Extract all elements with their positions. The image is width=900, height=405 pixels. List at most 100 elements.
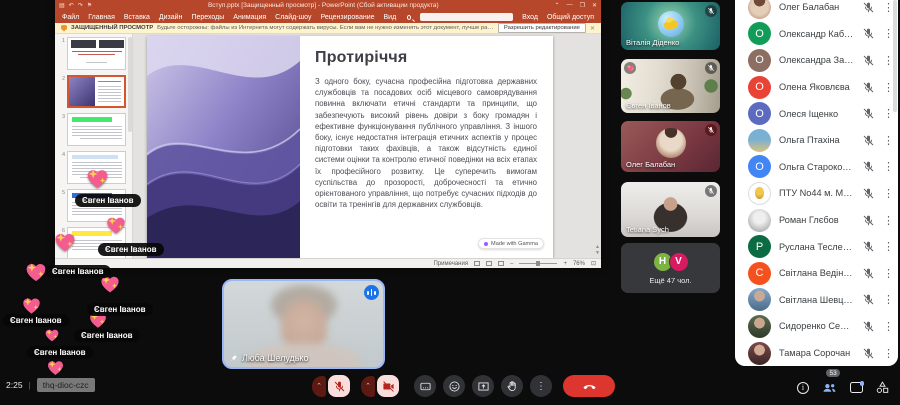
- participant-name: Олег Балабан: [779, 2, 840, 13]
- overflow-tile[interactable]: H V Ещё 47 чол.: [621, 243, 720, 293]
- participant-name: Олена Яковлєва: [779, 82, 850, 93]
- close-icon[interactable]: ✕: [592, 2, 597, 9]
- participant-name: Руслана Тесленко: [779, 241, 854, 252]
- tellme-search-input[interactable]: [420, 13, 514, 21]
- zoom-in-icon[interactable]: +: [563, 261, 567, 267]
- camera-options-chevron[interactable]: ⌃: [361, 375, 375, 397]
- active-speaker-tile[interactable]: Люба Шелудько: [222, 279, 385, 369]
- redo-icon[interactable]: ↷: [78, 2, 83, 9]
- present-screen-button[interactable]: [472, 375, 494, 397]
- mic-off-icon: [862, 160, 875, 173]
- participant-avatar: [748, 314, 771, 338]
- more-options-button[interactable]: ⋮: [883, 134, 894, 147]
- video-tile[interactable]: Tetiana Sych: [621, 182, 720, 237]
- more-options-button[interactable]: ⋮: [883, 187, 894, 200]
- participant-avatar: [748, 208, 771, 232]
- more-options-button[interactable]: ⋮: [883, 214, 894, 227]
- participant-row: О Олена Яковлєва ⋮: [735, 74, 898, 101]
- tab-file[interactable]: Файл: [62, 14, 79, 21]
- signin-link[interactable]: Вход: [522, 14, 538, 21]
- zoom-slider[interactable]: [519, 261, 558, 266]
- more-options-button[interactable]: ⋮: [883, 27, 894, 40]
- thumbnail-scrollbar[interactable]: [128, 37, 132, 132]
- participant-avatar: [748, 341, 771, 365]
- tab-home[interactable]: Главная: [88, 14, 115, 21]
- reaction-sender-label: Євген Іванов: [98, 243, 164, 256]
- tab-animations[interactable]: Анимация: [233, 14, 266, 21]
- reactions-button[interactable]: [443, 375, 465, 397]
- participant-name: Олександра Загурська: [779, 55, 854, 66]
- save-icon[interactable]: ▤: [59, 2, 65, 9]
- video-tile[interactable]: Віталія Діденко: [621, 2, 720, 50]
- participant-avatar: О: [748, 22, 771, 46]
- mic-options-chevron[interactable]: ⌃: [312, 375, 326, 397]
- more-options-button[interactable]: ⋮: [883, 81, 894, 94]
- more-options-button[interactable]: ⋮: [883, 320, 894, 333]
- mic-off-icon: [705, 5, 717, 17]
- zoom-level[interactable]: 76%: [573, 261, 585, 267]
- more-options-button[interactable]: ⋮: [883, 293, 894, 306]
- view-normal-icon[interactable]: [474, 261, 481, 266]
- participant-row: Ольга Птахіна ⋮: [735, 127, 898, 154]
- chat-button[interactable]: [850, 381, 864, 393]
- participant-row: ПТУ No44 м. Миргорода ⋮: [735, 180, 898, 207]
- video-tile[interactable]: Олег Балабан: [621, 121, 720, 172]
- reaction-sender-label: Євген Іванов: [87, 303, 153, 316]
- more-options-button[interactable]: ⋮: [883, 160, 894, 173]
- tab-slideshow[interactable]: Слайд-шоу: [275, 14, 311, 21]
- slide-body-text: З одного боку, сучасна професійна підгот…: [315, 77, 537, 210]
- view-sorter-icon[interactable]: [486, 261, 493, 266]
- activities-button[interactable]: [875, 380, 890, 395]
- more-options-button[interactable]: ⋮: [883, 267, 894, 280]
- pin-icon: [230, 354, 238, 362]
- tab-insert[interactable]: Вставка: [124, 14, 150, 21]
- minimize-icon[interactable]: —: [567, 2, 573, 9]
- more-options-button[interactable]: ⋮: [530, 375, 552, 397]
- share-button[interactable]: Общий доступ: [547, 14, 594, 21]
- more-options-button[interactable]: ⋮: [883, 54, 894, 67]
- enable-editing-button[interactable]: Разрешить редактирование: [497, 23, 586, 33]
- slide-title: Протиріччя: [315, 49, 408, 66]
- avatar: [655, 128, 686, 159]
- mic-off-button[interactable]: [328, 375, 350, 397]
- panel-scrollbar[interactable]: [893, 0, 897, 112]
- zoom-out-icon[interactable]: –: [510, 261, 513, 267]
- slide-thumbnail[interactable]: 3: [57, 113, 129, 146]
- more-options-button[interactable]: ⋮: [883, 1, 894, 14]
- participant-name: Сидоренко Сергій Юрі...: [779, 321, 854, 332]
- meet-screen: ▤ ↶ ↷ ⚑ Вступ.pptx [Защищенный просмотр]…: [0, 0, 900, 405]
- end-call-button[interactable]: [563, 375, 615, 397]
- notes-button[interactable]: Примечания: [433, 261, 468, 267]
- tile-name: Tetiana Sych: [626, 225, 669, 234]
- tab-transitions[interactable]: Переходы: [191, 14, 224, 21]
- more-options-button[interactable]: ⋮: [883, 347, 894, 360]
- heart-reaction-icon: [45, 358, 66, 378]
- clock: 2:25: [6, 380, 23, 390]
- participant-row: О Олександра Загурська ⋮: [735, 47, 898, 74]
- tab-view[interactable]: Вид: [384, 14, 397, 21]
- meeting-details-button[interactable]: i: [797, 381, 809, 394]
- participants-button[interactable]: 53: [821, 369, 841, 396]
- slide-scroll-buttons[interactable]: ▲ ▼: [595, 244, 600, 256]
- participant-list: Олег Балабан ⋮ О Олександр Кабушка ⋮ О Олексан…: [735, 0, 898, 366]
- video-tile[interactable]: Євген Іванов: [621, 59, 720, 113]
- tab-design[interactable]: Дизайн: [159, 14, 183, 21]
- undo-icon[interactable]: ↶: [69, 2, 74, 9]
- tab-review[interactable]: Рецензирование: [320, 14, 374, 21]
- ribbon-options-icon[interactable]: ⌃: [555, 2, 560, 9]
- more-options-button[interactable]: ⋮: [883, 107, 894, 120]
- mic-off-icon: [862, 1, 875, 14]
- raise-hand-button[interactable]: [501, 375, 523, 397]
- fit-slide-icon[interactable]: ⊡: [591, 260, 596, 267]
- more-options-button[interactable]: ⋮: [883, 240, 894, 253]
- restore-icon[interactable]: ❐: [580, 2, 585, 9]
- meeting-info: 2:25 | thq-dioc-czc: [6, 378, 95, 392]
- banner-close-icon[interactable]: ✕: [590, 25, 595, 32]
- slide-thumbnail[interactable]: 1: [57, 37, 129, 70]
- mic-off-icon: [862, 107, 875, 120]
- flag-icon[interactable]: ⚑: [87, 2, 92, 9]
- view-slideshow-icon[interactable]: [498, 261, 505, 266]
- slide-thumbnail-selected[interactable]: 2: [57, 75, 129, 108]
- camera-off-button[interactable]: [377, 375, 399, 397]
- captions-button[interactable]: [414, 375, 436, 397]
